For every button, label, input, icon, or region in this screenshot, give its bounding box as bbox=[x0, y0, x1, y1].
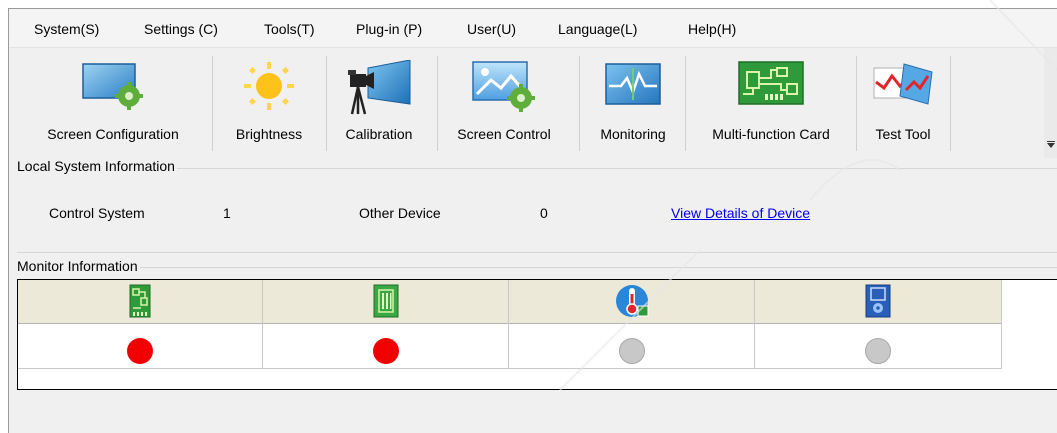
control-system-value: 1 bbox=[223, 205, 231, 221]
menu-user[interactable]: User(U) bbox=[467, 21, 516, 37]
monitor-column-receiving-card bbox=[263, 280, 509, 368]
screen-control-icon bbox=[472, 61, 535, 112]
monitor-column-fan-card bbox=[755, 280, 1002, 368]
thermometer-icon bbox=[615, 285, 648, 317]
camera-tripod-icon bbox=[348, 60, 411, 115]
status-indicator-red bbox=[127, 338, 153, 364]
receiving-card-icon bbox=[373, 284, 398, 318]
local-system-title: Local System Information bbox=[17, 158, 177, 174]
status-indicator-red bbox=[372, 338, 399, 364]
overflow-bar-icon bbox=[1047, 141, 1055, 142]
toolbar-separator bbox=[437, 56, 438, 151]
monitor-table bbox=[17, 279, 1057, 390]
chart-test-icon bbox=[873, 63, 933, 105]
toolbar-overflow-button[interactable] bbox=[1044, 48, 1057, 158]
monitor-info-title: Monitor Information bbox=[17, 258, 140, 274]
status-indicator-gray bbox=[865, 338, 891, 364]
monitor-column-temperature bbox=[509, 280, 755, 368]
fan-card-icon bbox=[865, 284, 891, 318]
menu-bar: System(S) Settings (C) Tools(T) Plug-in … bbox=[9, 9, 1057, 48]
monitor-column-sending-card bbox=[18, 280, 263, 368]
screen-control-button[interactable]: Screen Control bbox=[439, 48, 569, 158]
toolbar-label: Multi-function Card bbox=[712, 126, 830, 142]
table-row-divider bbox=[18, 368, 1002, 369]
menu-language[interactable]: Language(L) bbox=[558, 21, 637, 37]
menu-tools[interactable]: Tools(T) bbox=[264, 21, 315, 37]
brightness-button[interactable]: Brightness bbox=[219, 48, 319, 158]
sending-card-icon bbox=[129, 284, 151, 318]
multi-function-card-button[interactable]: Multi-function Card bbox=[689, 48, 853, 158]
menu-help[interactable]: Help(H) bbox=[688, 21, 736, 37]
toolbar-label: Screen Configuration bbox=[47, 126, 179, 142]
control-system-label: Control System bbox=[49, 205, 145, 221]
toolbar: Screen Configuration Brightness Calibrat… bbox=[9, 48, 1057, 158]
toolbar-label: Test Tool bbox=[875, 126, 931, 142]
monitor-wave-icon bbox=[605, 63, 661, 105]
group-divider bbox=[17, 252, 1057, 253]
other-device-value: 0 bbox=[540, 205, 548, 221]
toolbar-separator bbox=[950, 56, 951, 151]
toolbar-separator bbox=[685, 56, 686, 151]
sun-icon bbox=[244, 62, 294, 110]
screen-configuration-button[interactable]: Screen Configuration bbox=[23, 48, 203, 158]
toolbar-separator bbox=[326, 56, 327, 151]
chevron-down-icon bbox=[1047, 143, 1055, 148]
test-tool-button[interactable]: Test Tool bbox=[859, 48, 947, 158]
toolbar-separator bbox=[212, 56, 213, 151]
group-border bbox=[17, 267, 1057, 268]
menu-plugin[interactable]: Plug-in (P) bbox=[356, 21, 422, 37]
view-details-link[interactable]: View Details of Device bbox=[671, 205, 810, 221]
toolbar-label: Monitoring bbox=[600, 126, 666, 142]
status-indicator-gray bbox=[618, 338, 645, 364]
circuit-board-icon bbox=[738, 61, 804, 105]
main-window: System(S) Settings (C) Tools(T) Plug-in … bbox=[8, 8, 1057, 433]
calibration-button[interactable]: Calibration bbox=[329, 48, 429, 158]
toolbar-separator bbox=[856, 56, 857, 151]
toolbar-label: Calibration bbox=[345, 126, 413, 142]
menu-system[interactable]: System(S) bbox=[34, 21, 99, 37]
toolbar-label: Brightness bbox=[235, 126, 303, 142]
menu-settings[interactable]: Settings (C) bbox=[144, 21, 218, 37]
monitoring-button[interactable]: Monitoring bbox=[581, 48, 685, 158]
screen-config-icon bbox=[82, 63, 143, 110]
toolbar-separator bbox=[579, 56, 580, 151]
toolbar-label: Screen Control bbox=[457, 126, 551, 142]
other-device-label: Other Device bbox=[359, 205, 441, 221]
